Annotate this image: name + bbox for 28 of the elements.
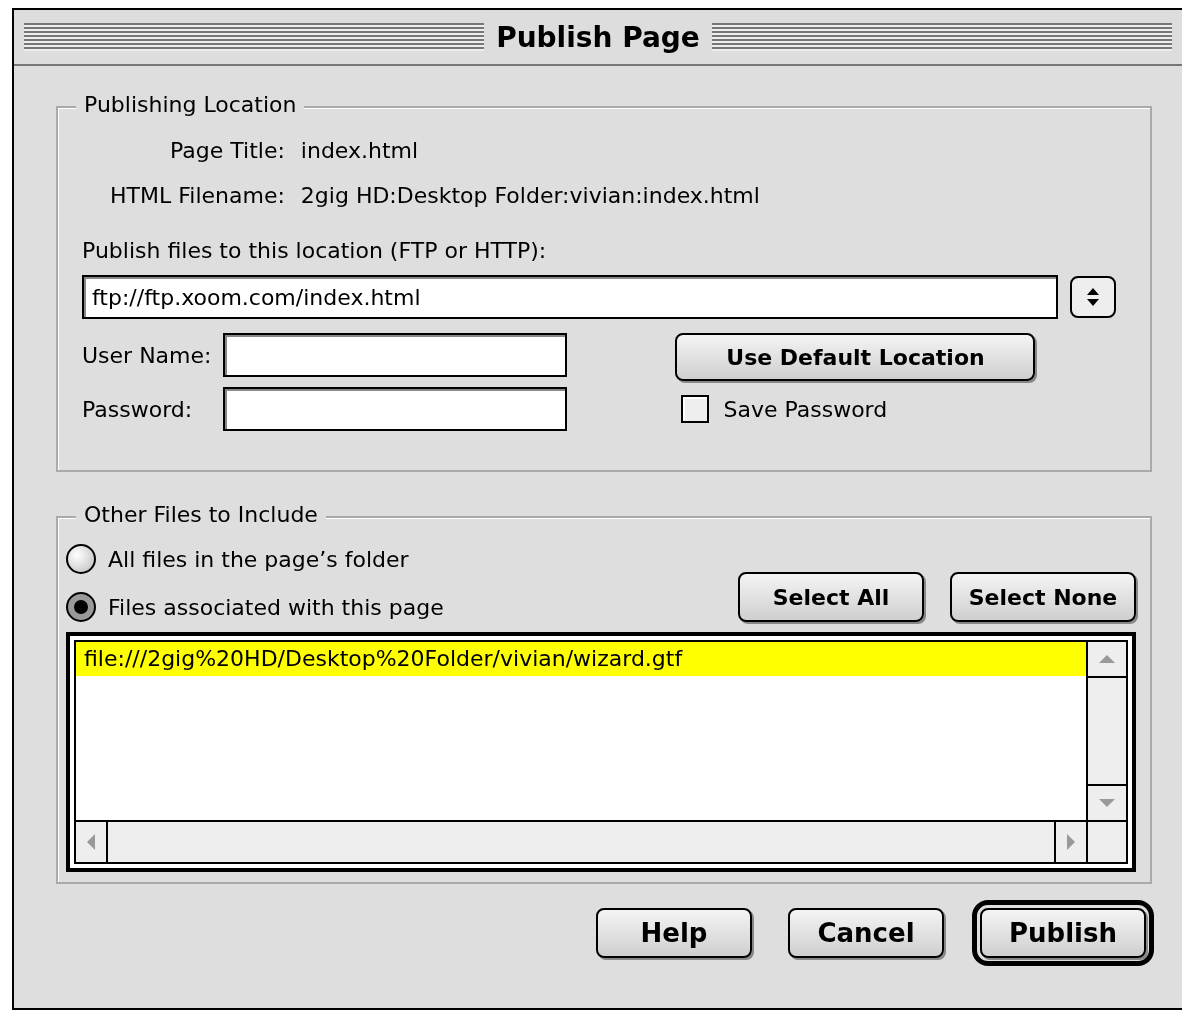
location-field[interactable]: ftp://ftp.xoom.com/index.html [82,275,1058,319]
field-label: HTML Filename: [110,183,285,208]
radio-button[interactable] [66,544,96,574]
select-button[interactable]: Select None [950,572,1136,622]
location-menu-button[interactable] [1070,276,1116,318]
location-label: Publish files to this location (FTP or HTTP): [82,238,548,263]
scroll-right-icon [1064,831,1078,853]
radio-button[interactable] [66,592,96,622]
use-default-location-button[interactable]: Use Default Location [675,333,1036,381]
field-value: index.html [300,138,420,163]
radio-label: All files in the page’s folder [108,546,409,572]
user-name-label: User Name: [82,342,212,368]
horizontal-scrollbar[interactable] [76,822,1086,862]
dialog-button[interactable]: Help [596,908,752,958]
up-down-arrows-icon [1086,286,1100,308]
field-label: Page Title: [169,138,285,163]
file-row[interactable]: file:///2gig%20HD/Desktop%20Folder/vivian/wizard.gtf [76,642,1086,676]
checkbox-label: Save Password [723,396,888,422]
field-value: 2gig HD:Desktop Folder:vivian:index.html [300,183,761,208]
password-field[interactable] [223,387,568,431]
checkbox[interactable] [681,395,710,423]
dialog-button[interactable]: Cancel [788,908,944,958]
radio-label: Files associated with this page [108,594,444,620]
select-button[interactable]: Select All [738,572,924,622]
vertical-scrollbar[interactable] [1086,642,1126,820]
password-label: Password: [82,396,194,422]
user-name-field[interactable] [223,333,568,377]
window-title: Publish Page [496,20,700,54]
